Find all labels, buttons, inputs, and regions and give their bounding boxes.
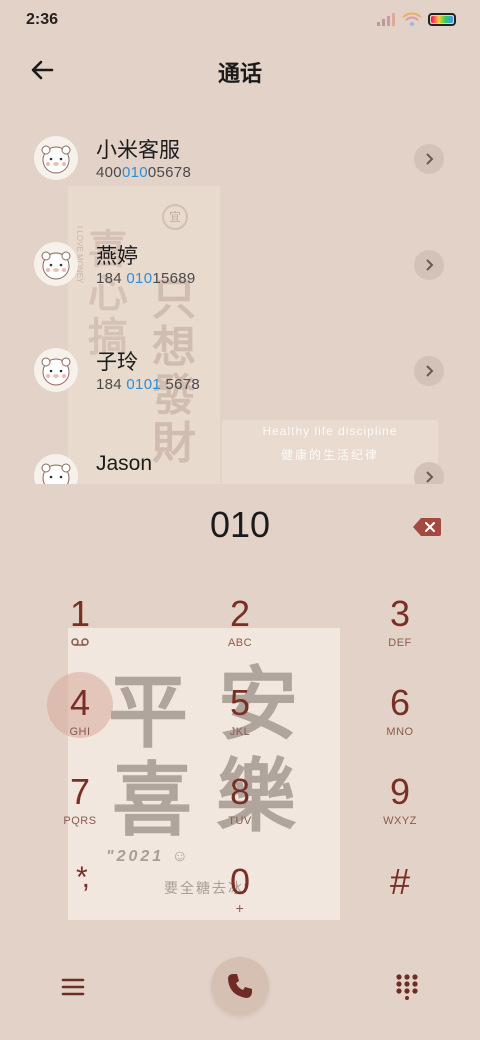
chevron-right-icon — [426, 365, 434, 377]
menu-icon — [61, 978, 85, 996]
contact-name: Jason — [96, 452, 153, 475]
contact-number: 184 0101 5678 — [96, 376, 201, 393]
key-2[interactable]: 2 ABC — [195, 588, 285, 668]
key-star[interactable]: *, — [35, 856, 125, 936]
bear-avatar-icon — [41, 463, 71, 484]
menu-button[interactable] — [60, 974, 86, 1000]
key-0[interactable]: 0 + — [195, 856, 285, 936]
avatar — [34, 348, 78, 392]
contact-number: 184 01015689 — [96, 270, 196, 287]
contact-name: 小米客服 — [96, 139, 180, 162]
avatar — [34, 454, 78, 484]
chevron-right-icon — [426, 471, 434, 483]
status-bar: 2:36 — [0, 0, 480, 40]
header: 通话 — [0, 44, 480, 96]
contact-list: I LOVE MONEY 宜 喜心搞 只想發財 Healthy life dis… — [0, 104, 480, 484]
dialer-panel: 010 平 安 喜 樂 "2021 ☺ 要全糖去冰" 1 2 ABC 3 DEF… — [0, 484, 480, 1040]
status-icons — [376, 12, 456, 26]
key-6[interactable]: 6 MNO — [355, 677, 445, 757]
dialpad-icon — [396, 974, 418, 1000]
key-4[interactable]: 4 GHI — [35, 677, 125, 757]
avatar — [34, 242, 78, 286]
contact-row[interactable]: 子玲 184 0101 5678 — [0, 316, 480, 422]
bear-avatar-icon — [41, 357, 71, 386]
chevron-right-icon — [426, 259, 434, 271]
contact-row[interactable]: Jason — [0, 422, 480, 484]
keypad-toggle-button[interactable] — [394, 972, 420, 1000]
contact-name: 子玲 — [96, 351, 138, 374]
key-7[interactable]: 7 PQRS — [35, 766, 125, 846]
dialed-number-display: 010 — [209, 504, 271, 545]
key-hash[interactable]: # — [355, 856, 445, 936]
voicemail-icon — [71, 638, 89, 646]
chevron-right-icon — [426, 153, 434, 165]
key-3[interactable]: 3 DEF — [355, 588, 445, 668]
battery-icon — [428, 12, 456, 26]
status-time: 2:36 — [26, 11, 59, 28]
avatar — [34, 136, 78, 180]
key-1[interactable]: 1 — [35, 588, 125, 668]
backspace-icon — [413, 518, 441, 536]
key-8[interactable]: 8 TUV — [195, 766, 285, 846]
contact-row[interactable]: 小米客服 40001005678 — [0, 104, 480, 210]
contact-row[interactable]: 燕婷 184 01015689 — [0, 210, 480, 316]
call-button[interactable] — [211, 957, 269, 1015]
contact-detail-button[interactable] — [414, 356, 444, 386]
contact-number: 40001005678 — [96, 164, 192, 181]
key-9[interactable]: 9 WXYZ — [355, 766, 445, 846]
contact-detail-button[interactable] — [414, 144, 444, 174]
bear-avatar-icon — [41, 145, 71, 174]
backspace-button[interactable] — [412, 516, 442, 538]
dialer-bottom-bar — [0, 954, 480, 1034]
wifi-icon — [402, 12, 422, 26]
phone-icon — [228, 974, 252, 998]
contact-name: 燕婷 — [96, 245, 138, 268]
contact-detail-button[interactable] — [414, 462, 444, 484]
signal-icon — [377, 13, 395, 26]
contact-detail-button[interactable] — [414, 250, 444, 280]
key-5[interactable]: 5 JKL — [195, 677, 285, 757]
page-title: 通话 — [217, 61, 262, 86]
bear-avatar-icon — [41, 251, 71, 280]
